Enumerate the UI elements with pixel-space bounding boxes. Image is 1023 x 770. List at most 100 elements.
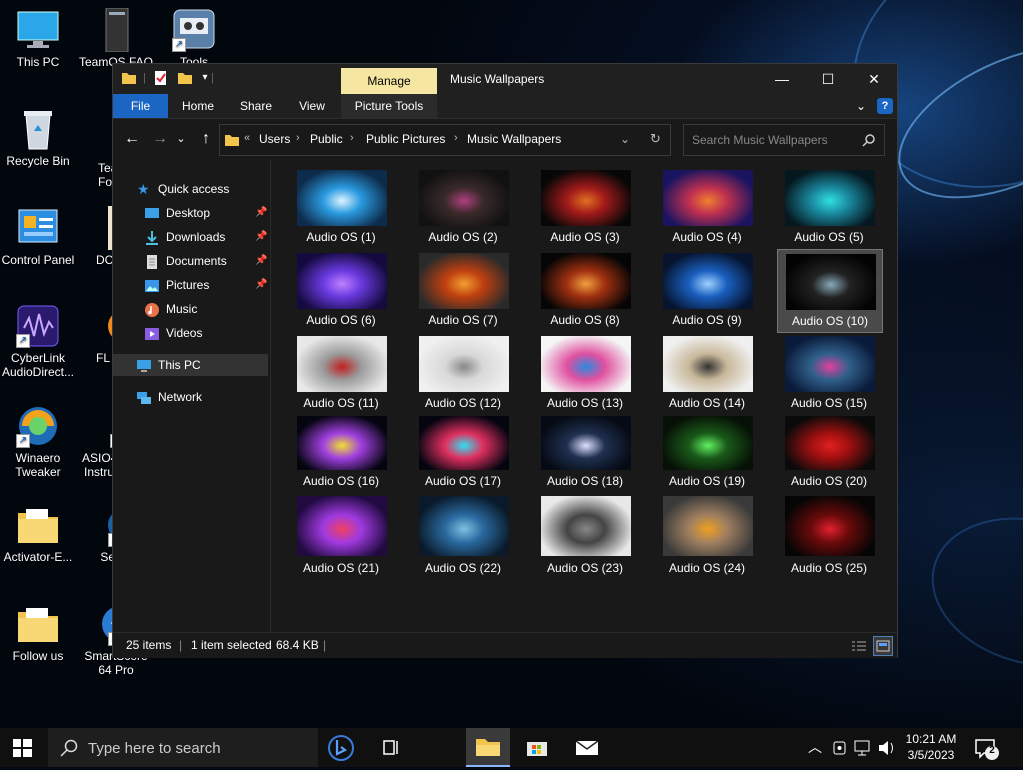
show-hidden-icons-button[interactable]: ︿ [804,728,826,767]
file-thumbnail[interactable]: Audio OS (19) [655,412,759,492]
tab-file[interactable]: File [113,94,168,118]
address-dropdown-icon[interactable]: ⌄ [620,132,630,146]
desktop-icon-recycle-bin[interactable]: Recycle Bin [0,107,76,168]
taskbar-file-explorer[interactable] [466,728,510,767]
breadcrumb-public-pictures[interactable]: Public Pictures [366,132,445,146]
notification-icon [975,739,999,760]
chevron-right-icon[interactable]: › [350,132,354,144]
file-thumbnail[interactable]: Audio OS (12) [411,332,515,414]
properties-icon[interactable] [153,70,169,86]
nav-item-videos[interactable]: Videos [145,322,267,344]
nav-item-music[interactable]: Music [145,298,267,320]
pin-icon[interactable]: 📌 [255,231,267,243]
file-thumbnail[interactable]: Audio OS (24) [655,492,759,579]
chevron-right-icon[interactable]: › [296,132,300,144]
nav-this-pc[interactable]: This PC [113,354,268,376]
help-icon[interactable]: ? [877,98,893,114]
search-input[interactable]: Search Music Wallpapers [692,133,828,147]
search-box[interactable]: Search Music Wallpapers [683,124,885,156]
desktop-icon-winaero[interactable]: ↗ Winaero Tweaker [0,404,76,479]
thumbnail-image [297,496,387,556]
volume-icon[interactable] [876,728,898,767]
file-thumbnail[interactable]: Audio OS (16) [289,412,393,492]
file-thumbnail[interactable]: Audio OS (3) [533,166,637,248]
file-thumbnail[interactable]: Audio OS (17) [411,412,515,492]
breadcrumb-overflow[interactable]: « [244,132,250,144]
thumbnail-image [663,336,753,392]
taskbar-mail[interactable] [564,728,610,767]
notification-center-button[interactable]: 2 [966,728,1006,767]
tab-manage[interactable]: Manage [341,68,437,94]
recent-locations-button[interactable]: ⌄ [175,129,187,149]
file-thumbnail[interactable]: Audio OS (9) [655,249,759,331]
expand-ribbon-icon[interactable]: ⌄ [853,94,869,118]
taskbar-search[interactable]: Type here to search [48,728,318,767]
file-name: Audio OS (1) [306,230,376,244]
nav-item-documents[interactable]: Documents [145,250,267,272]
nav-item-downloads[interactable]: Downloads [145,226,267,248]
file-thumbnail[interactable]: Audio OS (15) [777,332,881,414]
tab-share[interactable]: Share [231,94,281,118]
file-thumbnail[interactable]: Audio OS (4) [655,166,759,248]
pin-icon[interactable]: 📌 [255,207,267,219]
desktop-icon-tools[interactable]: ↗ Tools [156,8,232,69]
pin-icon[interactable]: 📌 [255,255,267,267]
breadcrumb-public[interactable]: Public [310,132,343,146]
file-thumbnail[interactable]: Audio OS (25) [777,492,881,579]
desktop-icon-control-panel[interactable]: Control Panel [0,206,76,267]
tab-home[interactable]: Home [173,94,223,118]
pin-icon[interactable]: 📌 [255,279,267,291]
navigation-pane: ★ Quick access Desktop Downloads Documen… [113,160,271,632]
file-thumbnail[interactable]: Audio OS (1) [289,166,393,248]
details-view-button[interactable] [851,638,867,652]
file-thumbnail[interactable]: Audio OS (13) [533,332,637,414]
file-thumbnail[interactable]: Audio OS (6) [289,249,393,331]
nav-item-desktop[interactable]: Desktop [145,202,267,224]
task-view-button[interactable] [368,728,414,767]
desktop-icon-activator[interactable]: Activator-E... [0,503,76,564]
maximize-button[interactable]: ☐ [805,64,851,94]
bing-button[interactable] [318,728,364,767]
breadcrumb-users[interactable]: Users [259,132,290,146]
large-icons-view-button[interactable] [873,636,893,656]
file-thumbnail[interactable]: Audio OS (2) [411,166,515,248]
desktop-icon-cyberlink[interactable]: ↗ CyberLink AudioDirect... [0,304,76,379]
file-thumbnail[interactable]: Audio OS (8) [533,249,637,331]
file-thumbnail[interactable]: Audio OS (11) [289,332,393,414]
taskbar-search-input[interactable]: Type here to search [88,740,221,757]
breadcrumb-music-wallpapers[interactable]: Music Wallpapers [467,132,561,146]
taskbar-store[interactable] [514,728,560,767]
new-folder-icon[interactable] [177,70,193,86]
device-icon[interactable] [830,728,850,767]
clock[interactable]: 10:21 AM 3/5/2023 [900,731,962,763]
file-thumbnail[interactable]: Audio OS (18) [533,412,637,492]
file-thumbnail[interactable]: Audio OS (23) [533,492,637,579]
title-bar[interactable]: | ▾ | Manage Music Wallpapers — ☐ ✕ [113,64,897,94]
desktop-icon-this-pc[interactable]: This PC [0,8,76,69]
back-button[interactable]: ← [121,129,143,149]
start-button[interactable] [0,728,46,767]
file-thumbnail[interactable]: Audio OS (7) [411,249,515,331]
desktop-icon-follow-us[interactable]: Follow us [0,602,76,663]
file-thumbnail[interactable]: Audio OS (22) [411,492,515,579]
file-thumbnail[interactable]: Audio OS (14) [655,332,759,414]
separator: | [323,638,327,652]
minimize-button[interactable]: — [759,64,805,94]
file-thumbnail[interactable]: Audio OS (5) [777,166,881,248]
desktop-icon-teamos-faq[interactable]: TeamOS FAQ [78,7,154,69]
tab-picture-tools[interactable]: Picture Tools [341,94,437,118]
address-bar[interactable]: « Users › Public › Public Pictures › Mus… [219,124,671,156]
file-name: Audio OS (9) [672,313,742,327]
close-button[interactable]: ✕ [851,64,897,94]
file-thumbnail[interactable]: Audio OS (20) [777,412,881,492]
file-thumbnail[interactable]: Audio OS (10) [777,249,883,333]
file-name: Audio OS (11) [303,396,379,410]
tab-view[interactable]: View [287,94,337,118]
refresh-icon[interactable]: ↻ [650,131,661,147]
chevron-right-icon[interactable]: › [454,132,458,144]
nav-item-pictures[interactable]: Pictures [145,274,267,296]
file-thumbnail[interactable]: Audio OS (21) [289,492,393,579]
network-icon[interactable] [852,728,874,767]
up-button[interactable]: ↑ [195,129,217,149]
forward-button[interactable]: → [149,129,171,149]
